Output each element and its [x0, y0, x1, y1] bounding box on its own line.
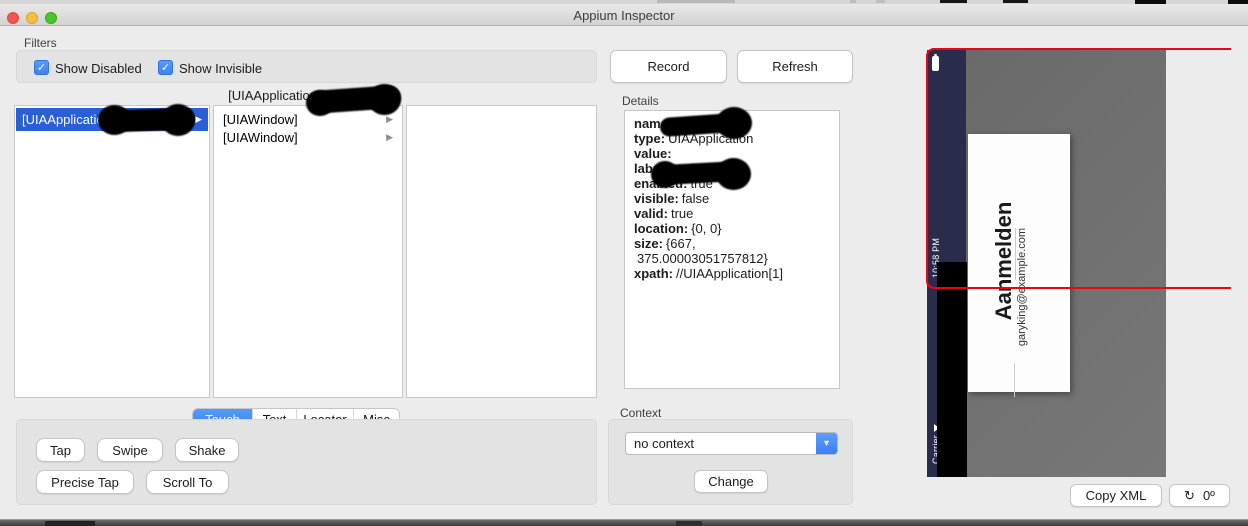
show-disabled-checkbox[interactable]: ✓ [34, 60, 49, 75]
redaction-mark [161, 104, 195, 136]
check-icon: ✓ [37, 62, 46, 74]
redaction-mark [98, 105, 131, 135]
check-icon: ✓ [161, 62, 170, 74]
rotate-icon: ↻ [1184, 488, 1195, 504]
chevron-down-icon: ▾ [816, 433, 837, 454]
scroll-to-button[interactable]: Scroll To [146, 470, 229, 494]
redaction-mark [937, 262, 967, 477]
expand-arrow-icon: ▶ [195, 114, 202, 125]
tree-item-label: [UIAWindow] [223, 130, 298, 145]
tree-item-label: [UIAWindow] [223, 112, 298, 127]
appium-inspector-window: Appium Inspector Filters ✓ Show Disabled… [0, 0, 1248, 526]
redaction-mark [651, 161, 679, 188]
source-tree-column-3[interactable] [406, 105, 597, 398]
refresh-button[interactable]: Refresh [737, 50, 853, 83]
precise-tap-button[interactable]: Precise Tap [36, 470, 134, 494]
show-invisible-label: Show Invisible [179, 61, 262, 76]
record-button[interactable]: Record [610, 50, 727, 83]
filters-label: Filters [24, 36, 57, 50]
show-disabled-label: Show Disabled [55, 61, 142, 76]
change-context-button[interactable]: Change [694, 470, 768, 493]
source-tree-column-1[interactable]: [UIAApplication] asphaltap ▶ [14, 105, 210, 398]
context-select[interactable]: no context ▾ [625, 432, 838, 455]
window-title: Appium Inspector [0, 8, 1248, 23]
source-tree-column-2[interactable]: [UIAWindow] ▶ [UIAWindow] ▶ [213, 105, 403, 398]
redaction-mark [716, 158, 751, 190]
redaction-mark [368, 84, 401, 115]
bottom-window-edge [0, 519, 1248, 526]
shake-button[interactable]: Shake [175, 438, 239, 462]
details-box: name:asphaltapp type:UIAApplication valu… [624, 110, 840, 389]
tap-button[interactable]: Tap [36, 438, 85, 462]
context-selected-value: no context [626, 436, 694, 451]
show-invisible-checkbox[interactable]: ✓ [158, 60, 173, 75]
title-bar: Appium Inspector [0, 4, 1248, 26]
redaction-mark [716, 107, 752, 139]
copy-xml-button[interactable]: Copy XML [1070, 484, 1162, 507]
redaction-mark [306, 90, 334, 116]
details-label: Details [622, 94, 659, 108]
expand-arrow-icon: ▶ [386, 114, 393, 125]
filters-panel: ✓ Show Disabled ✓ Show Invisible [16, 50, 597, 83]
element-highlight-box [926, 48, 1231, 289]
context-label: Context [620, 406, 661, 420]
expand-arrow-icon: ▶ [386, 132, 393, 143]
tree-item-uiawindow-1[interactable]: [UIAWindow] ▶ [215, 110, 401, 128]
tree-item-uiawindow-2[interactable]: [UIAWindow] ▶ [215, 128, 401, 146]
swipe-button[interactable]: Swipe [97, 438, 163, 462]
rotation-value: 0º [1203, 488, 1215, 503]
rotation-button[interactable]: ↻ 0º [1169, 484, 1230, 507]
